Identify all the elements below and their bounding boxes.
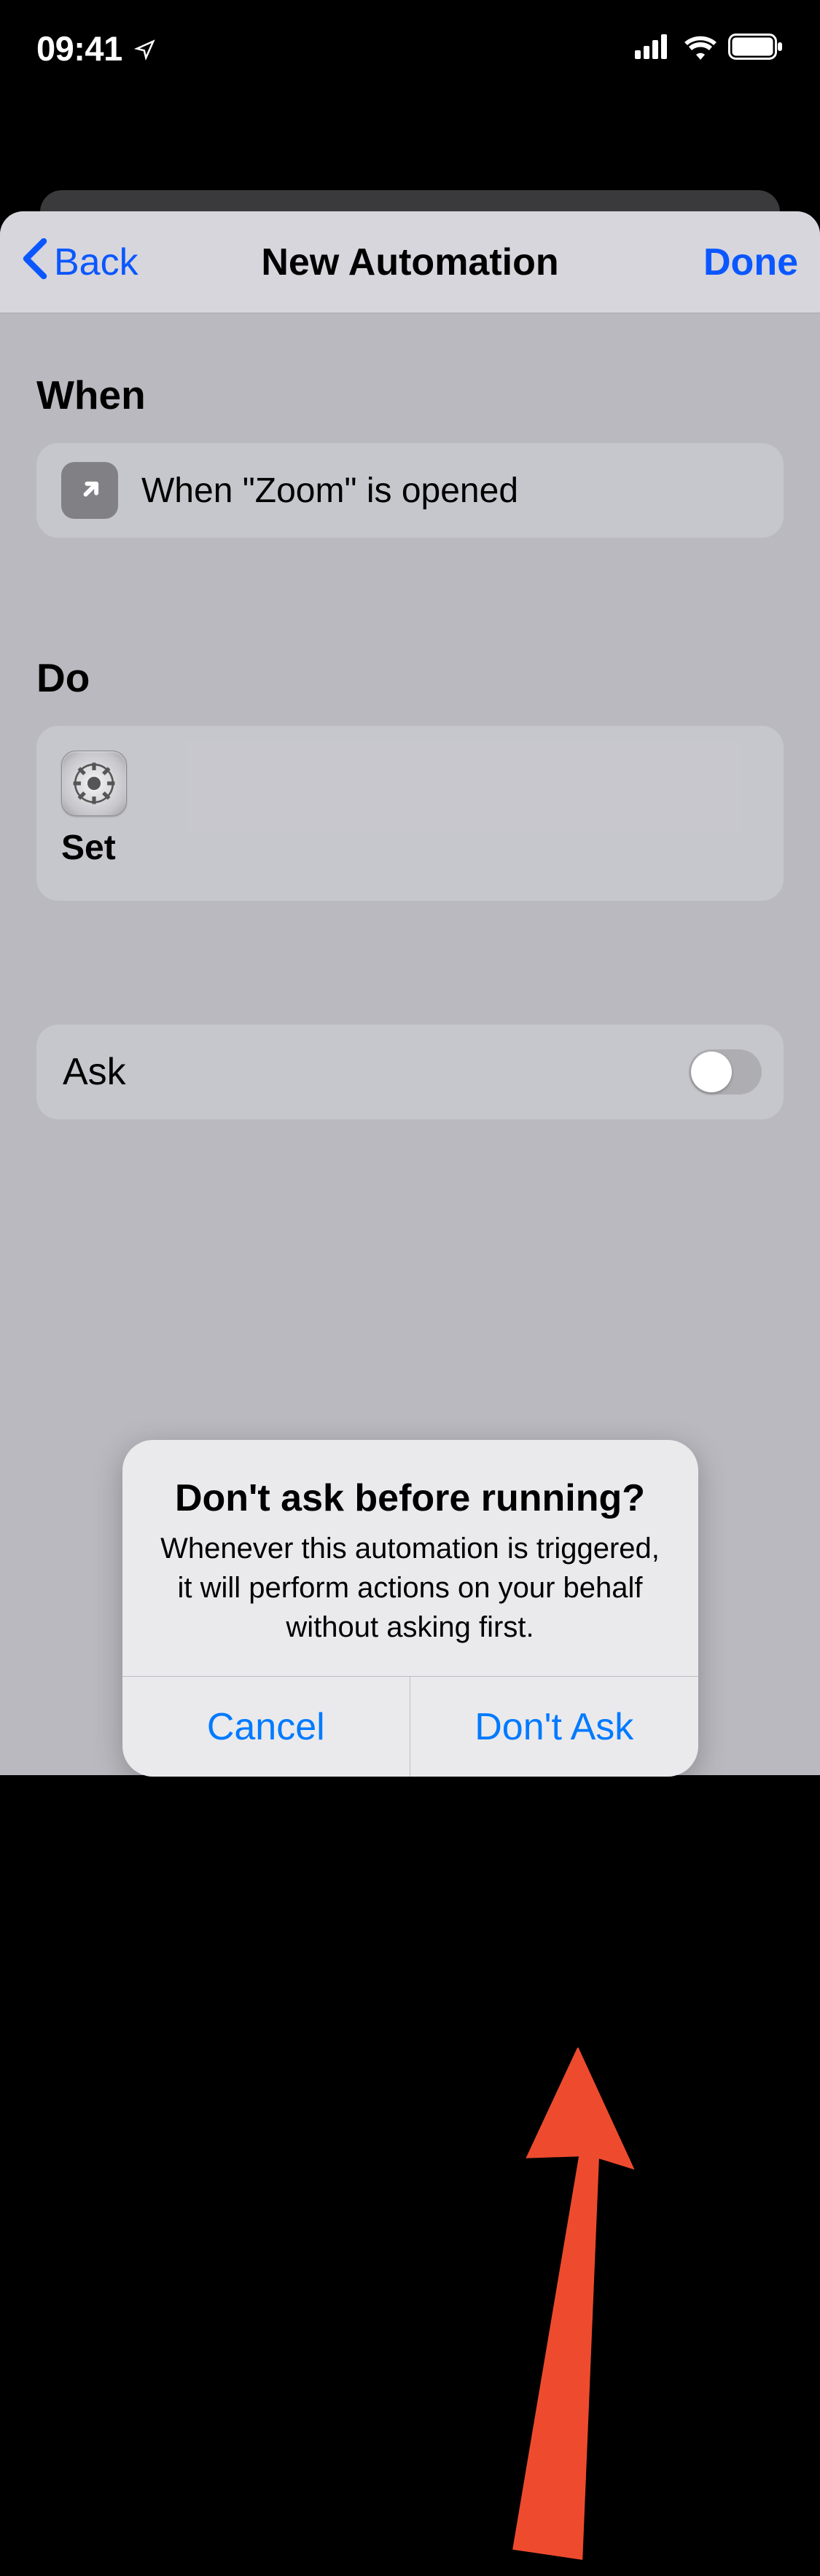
wifi-icon [683,34,718,63]
back-label: Back [54,240,138,284]
page-title: New Automation [261,240,558,284]
do-action-card[interactable]: Set [36,726,784,901]
app-open-icon [61,462,118,519]
nav-bar: Back New Automation Done [0,211,820,313]
status-bar: 09:41 [0,0,820,96]
chevron-left-icon [22,238,48,286]
ask-label: Ask [63,1050,126,1094]
status-time-group: 09:41 [36,28,156,68]
battery-icon [728,34,784,63]
when-trigger-card[interactable]: When "Zoom" is opened [36,443,784,538]
status-time: 09:41 [36,28,122,68]
alert-message: Whenever this automation is triggered, i… [156,1529,665,1647]
confirm-dont-ask-button[interactable]: Don't Ask [410,1677,698,1777]
alert-buttons: Cancel Don't Ask [122,1676,698,1777]
alert-body: Don't ask before running? Whenever this … [122,1440,698,1676]
sheet-body: When When "Zoom" is opened Do [0,313,820,1119]
annotation-arrow [496,2048,656,2576]
do-heading: Do [36,654,784,701]
location-icon [134,28,156,68]
confirm-alert: Don't ask before running? Whenever this … [122,1440,698,1777]
ask-toggle[interactable] [689,1049,762,1095]
alert-title: Don't ask before running? [156,1476,665,1520]
status-indicators [635,34,784,63]
settings-gear-icon [61,751,127,816]
when-trigger-text: When "Zoom" is opened [141,471,518,511]
do-action-label: Set [61,828,116,868]
done-button[interactable]: Done [703,240,798,284]
cellular-icon [635,34,673,63]
ask-before-running-row[interactable]: Ask [36,1025,784,1119]
when-heading: When [36,372,784,418]
back-button[interactable]: Back [22,238,138,286]
cancel-button[interactable]: Cancel [122,1677,411,1777]
